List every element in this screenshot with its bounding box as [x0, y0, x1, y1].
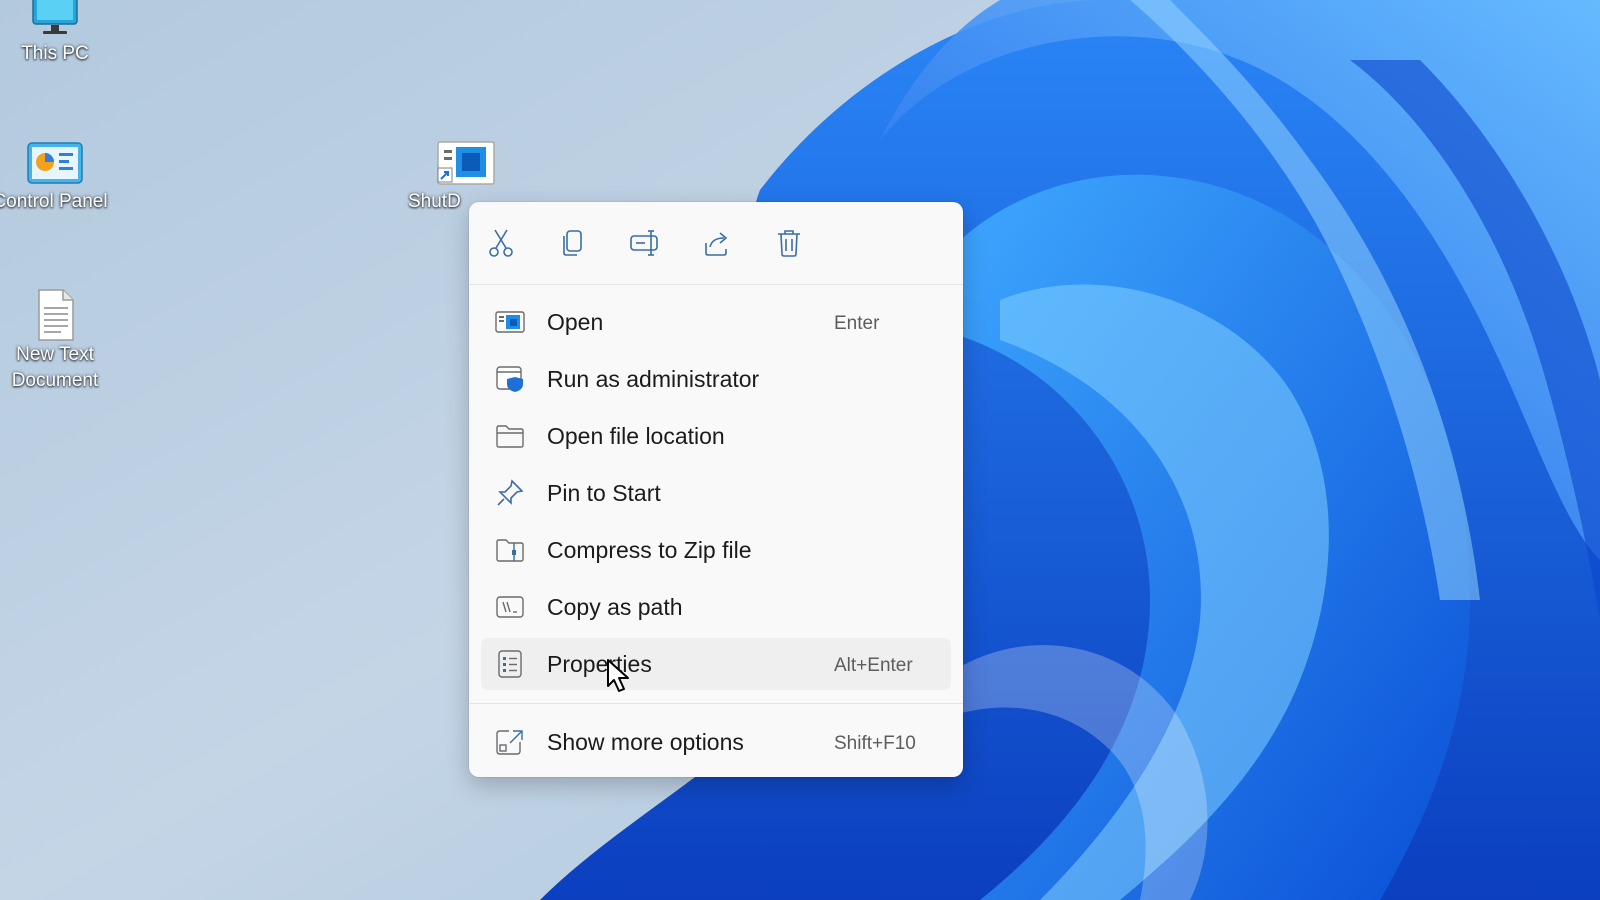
share-button[interactable] [695, 224, 739, 266]
desktop-icon-label: New Text Document [11, 344, 99, 391]
menu-item-label: Open [547, 309, 604, 335]
mouse-cursor-icon [606, 658, 632, 699]
menu-item-label: Open file location [547, 423, 725, 449]
path-icon [495, 592, 525, 622]
menu-item-label: Copy as path [547, 594, 683, 620]
menu-item-properties[interactable]: Properties Alt+Enter [481, 638, 951, 690]
text-file-icon [33, 288, 77, 342]
shortcut-icon [436, 140, 496, 190]
menu-item-compress-to-zip[interactable]: Compress to Zip file [481, 524, 951, 576]
desktop-icon-this-pc[interactable]: This PC [0, 0, 110, 67]
menu-item-pin-to-start[interactable]: Pin to Start [481, 467, 951, 519]
menu-item-label: Show more options [547, 729, 744, 755]
menu-divider [469, 703, 963, 704]
control-panel-icon [25, 140, 85, 188]
menu-item-open[interactable]: Open Enter [481, 296, 951, 348]
menu-item-shortcut: Alt+Enter [834, 655, 913, 676]
menu-item-copy-as-path[interactable]: Copy as path [481, 581, 951, 633]
delete-icon [776, 228, 802, 263]
properties-icon [495, 649, 525, 679]
rename-icon [629, 228, 661, 263]
desktop-icon-new-text-document[interactable]: New Text Document [0, 288, 110, 394]
share-icon [702, 229, 732, 262]
context-menu: Open Enter Run as administrator Open fil… [469, 202, 963, 777]
menu-item-show-more-options[interactable]: Show more options Shift+F10 [481, 716, 951, 768]
monitor-icon [29, 0, 81, 40]
open-icon [495, 307, 525, 337]
cut-icon [487, 228, 515, 263]
menu-item-run-as-administrator[interactable]: Run as administrator [481, 353, 951, 405]
shield-icon [495, 364, 525, 394]
menu-item-label: Run as administrator [547, 366, 760, 392]
desktop-icon-label: Control Panel [0, 191, 108, 212]
copy-button[interactable] [551, 224, 595, 266]
copy-icon [560, 228, 586, 263]
context-menu-toolbar [469, 202, 963, 284]
menu-item-shortcut: Enter [834, 313, 880, 334]
folder-icon [495, 421, 525, 451]
desktop-icon-control-panel[interactable]: Control Panel [0, 140, 110, 215]
zip-icon [495, 535, 525, 565]
menu-item-label: Compress to Zip file [547, 537, 752, 563]
menu-divider [469, 284, 963, 285]
delete-button[interactable] [767, 224, 811, 266]
rename-button[interactable] [623, 224, 667, 266]
pin-icon [495, 478, 525, 508]
menu-item-label: Properties [547, 651, 652, 677]
menu-item-shortcut: Shift+F10 [834, 733, 916, 754]
menu-item-open-file-location[interactable]: Open file location [481, 410, 951, 462]
desktop-icon-label: This PC [21, 43, 89, 64]
menu-item-label: Pin to Start [547, 480, 661, 506]
cut-button[interactable] [479, 224, 523, 266]
more-options-icon [495, 727, 525, 757]
